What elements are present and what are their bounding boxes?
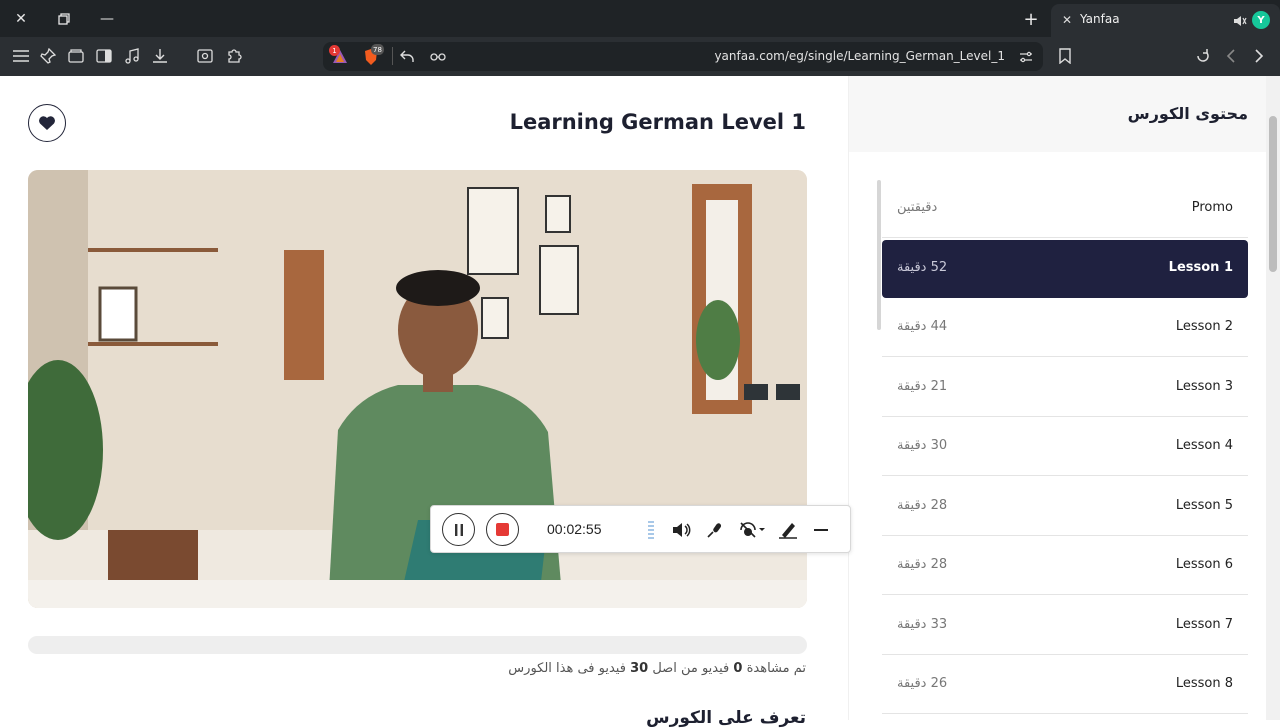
browser-tab[interactable]: ✕ Yanfaa Y [1051, 4, 1280, 37]
forward-icon[interactable] [1249, 46, 1269, 66]
heart-icon [39, 116, 55, 130]
course-progress-bar [28, 636, 807, 654]
lesson-duration: 52 دقيقة [897, 259, 948, 275]
reload-icon[interactable] [1193, 46, 1213, 66]
pause-icon [454, 523, 463, 536]
wallet-icon[interactable] [66, 46, 86, 66]
watched-summary: تم مشاهدة 0 فيديو من اصل 30 فيديو فى هذا… [508, 661, 806, 676]
screen-recorder-bar: 00:02:55 [430, 505, 851, 553]
lesson-name: Lesson 1 [1168, 259, 1233, 275]
speaker-icon[interactable] [671, 519, 693, 541]
minimize-recorder-icon[interactable] [810, 519, 832, 541]
lesson-item[interactable]: دقيقتين Promo [882, 180, 1248, 238]
page-scrollbar-thumb[interactable] [1269, 116, 1277, 272]
lesson-name: Lesson 3 [1175, 378, 1233, 394]
sidebar-scrollbar[interactable] [877, 180, 881, 330]
page-content: Learning German Level 1 تم مشاهدة 0 فيدي… [0, 76, 1280, 728]
sidebar-header: محتوى الكورس [849, 76, 1267, 152]
tab-audio-icon[interactable] [1233, 13, 1247, 27]
microphone-muted-icon[interactable] [704, 519, 726, 541]
lesson-name: Promo [1191, 200, 1233, 215]
sidebar-toggle-icon[interactable] [94, 46, 114, 66]
lesson-item[interactable]: 21 دقيقة Lesson 3 [882, 359, 1248, 417]
browser-toolbar: 1 78 yanfaa.com/eg/single/Learning_Germa… [0, 37, 1280, 76]
shield-icon[interactable]: 78 [363, 44, 384, 66]
sidebar-title: محتوى الكورس [1127, 104, 1248, 123]
camera-off-icon[interactable] [738, 519, 768, 541]
window-titlebar: ✕ — + ✕ Yanfaa Y [0, 0, 1280, 37]
lesson-name: Lesson 4 [1175, 438, 1233, 453]
address-bar[interactable]: 1 78 yanfaa.com/eg/single/Learning_Germa… [323, 42, 1043, 71]
share-icon[interactable] [399, 48, 415, 68]
course-title: Learning German Level 1 [509, 110, 806, 134]
lesson-duration: 26 دقيقة [897, 676, 948, 691]
menu-icon[interactable] [11, 46, 31, 66]
watched-prefix: تم مشاهدة [746, 661, 806, 676]
lesson-duration: دقيقتين [897, 200, 938, 215]
about-course-heading: تعرف على الكورس [646, 708, 806, 728]
url-divider [392, 47, 393, 65]
shield-badge: 78 [371, 44, 384, 55]
tab-close-icon[interactable]: ✕ [1059, 12, 1075, 28]
lesson-duration: 21 دقيقة [897, 378, 948, 394]
key-icon[interactable] [430, 49, 446, 68]
course-main: Learning German Level 1 تم مشاهدة 0 فيدي… [0, 76, 848, 728]
lesson-name: Lesson 8 [1175, 676, 1233, 691]
rewards-badge: 1 [329, 45, 340, 56]
lesson-duration: 33 دقيقة [897, 616, 948, 632]
download-icon[interactable] [150, 46, 170, 66]
lesson-item[interactable]: 44 دقيقة Lesson 2 [882, 299, 1248, 357]
url-text[interactable]: yanfaa.com/eg/single/Learning_German_Lev… [714, 49, 1005, 63]
site-settings-icon[interactable] [1019, 49, 1033, 68]
watched-mid: فيديو من اصل [652, 661, 730, 676]
extensions-icon[interactable] [224, 46, 244, 66]
page-scrollbar[interactable] [1266, 76, 1280, 720]
lesson-item[interactable]: 28 دقيقة Lesson 5 [882, 478, 1248, 536]
recording-time: 00:02:55 [547, 521, 602, 537]
lesson-item[interactable]: 28 دقيقة Lesson 6 [882, 537, 1248, 595]
tab-title: Yanfaa [1080, 12, 1120, 26]
bookmark-icon[interactable] [1055, 46, 1075, 66]
watched-suffix: فيديو فى هذا الكورس [508, 661, 626, 676]
back-icon[interactable] [1221, 46, 1241, 66]
lesson-name: Lesson 6 [1175, 557, 1233, 572]
total-count: 30 [630, 661, 649, 676]
lesson-name: Lesson 5 [1175, 497, 1233, 513]
annotate-icon[interactable] [777, 519, 799, 541]
lesson-item[interactable]: 26 دقيقة Lesson 8 [882, 656, 1248, 714]
restore-window-icon[interactable] [53, 8, 75, 30]
watched-count: 0 [733, 661, 743, 676]
lesson-duration: 28 دقيقة [897, 497, 948, 513]
pause-button[interactable] [442, 513, 475, 546]
lesson-name: Lesson 2 [1175, 319, 1233, 334]
tab-favicon: Y [1252, 11, 1270, 29]
stop-button[interactable] [486, 513, 519, 546]
favorite-button[interactable] [28, 104, 66, 142]
rewards-icon[interactable]: 1 [329, 45, 349, 66]
lesson-item[interactable]: 30 دقيقة Lesson 4 [882, 418, 1248, 476]
lesson-item[interactable]: 52 دقيقة Lesson 1 [882, 239, 1248, 298]
music-icon[interactable] [122, 46, 142, 66]
lesson-name: Lesson 7 [1175, 616, 1233, 632]
drag-handle[interactable] [648, 521, 654, 539]
lesson-duration: 30 دقيقة [897, 438, 948, 453]
new-tab-icon[interactable]: + [1020, 8, 1042, 30]
close-window-icon[interactable]: ✕ [10, 8, 32, 30]
course-content-sidebar: محتوى الكورس دقيقتين Promo 52 دقيقة Lesson … [848, 76, 1267, 720]
lesson-item[interactable]: 33 دقيقة Lesson 7 [882, 597, 1248, 655]
lesson-duration: 44 دقيقة [897, 319, 948, 334]
pin-icon[interactable] [38, 46, 58, 66]
minimize-window-icon[interactable]: — [96, 8, 118, 30]
lesson-duration: 28 دقيقة [897, 557, 948, 572]
screenshot-icon[interactable] [195, 46, 215, 66]
stop-icon [496, 523, 509, 536]
